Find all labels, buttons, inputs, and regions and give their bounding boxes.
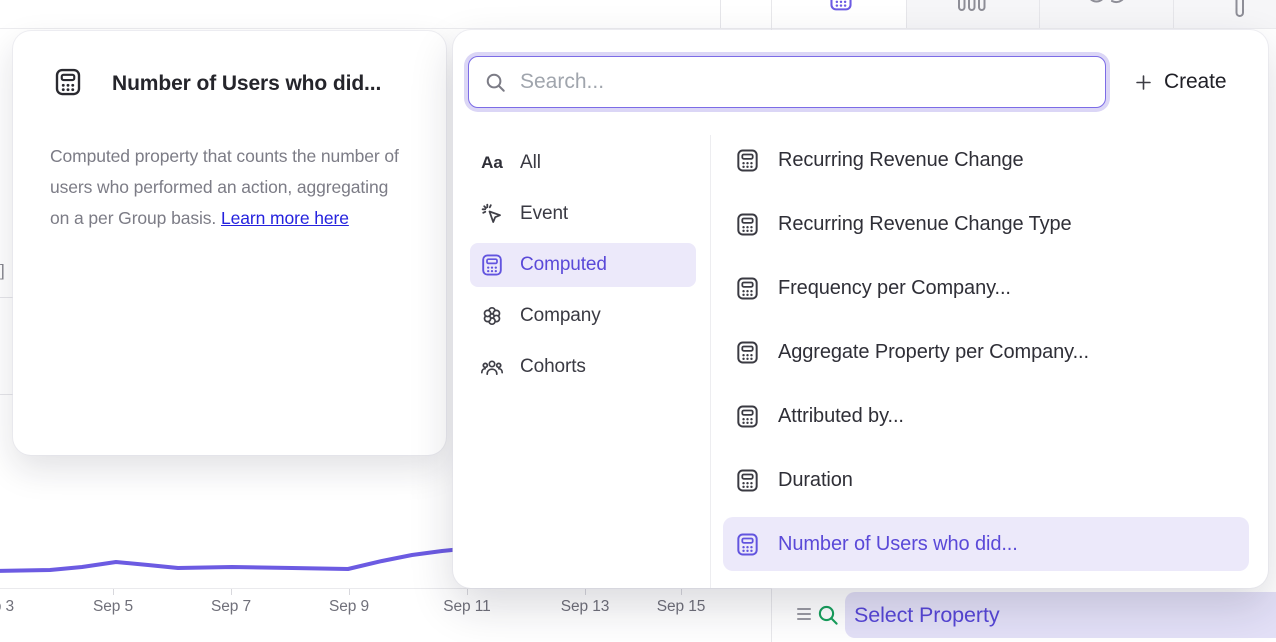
property-item[interactable]: Attributed by... [723,389,1249,443]
search-focus-ring [464,52,1110,112]
header-divider [0,28,1276,29]
property-item-label: Aggregate Property per Company... [778,341,1089,364]
select-property-label: Select Property [854,603,999,628]
property-item-label: Recurring Revenue Change Type [778,213,1072,236]
text-aa-icon: Aa [480,151,504,175]
calculator-icon [735,276,760,301]
x-axis-tick-label: Sep 7 [201,598,261,616]
cursor-sparkle-icon [480,202,504,226]
search-input[interactable] [518,69,1095,95]
search-field[interactable] [468,56,1106,108]
property-item[interactable]: Number of Users who did... [723,517,1249,571]
property-item-label: Frequency per Company... [778,277,1011,300]
calculator-icon [735,340,760,365]
category-list: Aa All Event Computed Company Cohorts [470,141,696,396]
property-item[interactable]: Recurring Revenue Change Type [723,197,1249,251]
x-axis-tick-label: Sep 5 [83,598,143,616]
calculator-icon [735,468,760,493]
column-divider [710,135,711,588]
category-item-event[interactable]: Event [470,192,696,236]
tab-funnel[interactable] [1173,0,1276,28]
calculator-icon [735,404,760,429]
x-axis-tick [467,589,468,595]
calculator-icon [735,532,760,557]
tab-bar-chart[interactable] [906,0,1039,28]
tab-retention[interactable] [1039,0,1173,28]
property-item-label: Recurring Revenue Change [778,149,1024,172]
x-axis-tick [681,589,682,595]
x-axis-tick [231,589,232,595]
property-item[interactable]: Duration [723,453,1249,507]
app-canvas: ] Sep 3 Sep 5 Sep 7 Sep 9 Sep 11 Sep 13 Sep 15… [0,0,1276,642]
category-item-computed[interactable]: Computed [470,243,696,287]
x-axis-tick-label: Sep 3 [0,598,24,616]
x-axis-tick [585,589,586,595]
calculator-icon [735,212,760,237]
tooltip-description: Computed property that counts the number… [50,141,406,234]
result-list: Recurring Revenue Change Recurring Revenu… [723,133,1249,581]
category-item-cohorts[interactable]: Cohorts [470,345,696,389]
x-axis-tick-label: Sep 9 [319,598,379,616]
background-divider [0,394,13,395]
company-flower-icon [480,304,504,328]
plus-icon [1134,73,1153,92]
x-axis-line [0,588,771,589]
x-axis-tick [113,589,114,595]
property-item-label: Number of Users who did... [778,533,1018,556]
background-divider [0,297,13,298]
chart-inner-border [720,0,721,28]
x-axis-tick-label: Sep 11 [437,598,497,616]
calculator-icon [480,253,504,277]
property-item[interactable]: Aggregate Property per Company... [723,325,1249,379]
search-icon [484,71,507,94]
create-button-label: Create [1164,70,1226,94]
clipped-text-fragment: ] [0,261,5,281]
bar-chart-tab-icon [957,0,987,11]
property-search-icon [816,603,840,627]
category-label: Computed [520,254,607,276]
property-picker-popup: Create AaAllEventComputedCompanyCohorts … [453,30,1268,588]
property-tooltip-card: Number of Users who did... Computed prop… [13,31,446,455]
table-report-tab-icon [828,0,854,12]
tab-table-report[interactable] [772,0,906,28]
cohorts-people-icon [480,355,504,379]
property-item[interactable]: Recurring Revenue Change [723,133,1249,187]
drag-handle-icon[interactable] [797,608,811,620]
x-axis-tick-label: Sep 13 [555,598,615,616]
x-axis-tick [349,589,350,595]
category-label: Event [520,203,568,225]
category-label: Company [520,305,601,327]
report-tab-strip [772,0,1276,28]
category-item-all[interactable]: Aa All [470,141,696,185]
category-item-company[interactable]: Company [470,294,696,338]
learn-more-link[interactable]: Learn more here [221,208,349,228]
category-label: All [520,152,541,174]
x-axis-tick-label: Sep 15 [651,598,711,616]
calculator-icon [53,67,83,97]
property-item[interactable]: Frequency per Company... [723,261,1249,315]
tooltip-title: Number of Users who did... [112,72,381,96]
calculator-icon [735,148,760,173]
property-item-label: Attributed by... [778,405,904,428]
retention-curve-tab-icon [1084,0,1128,11]
funnel-tab-icon [1235,0,1245,18]
select-property-field[interactable]: Select Property [845,592,1276,638]
property-item-label: Duration [778,469,853,492]
create-button[interactable]: Create [1134,52,1226,112]
category-label: Cohorts [520,356,586,378]
